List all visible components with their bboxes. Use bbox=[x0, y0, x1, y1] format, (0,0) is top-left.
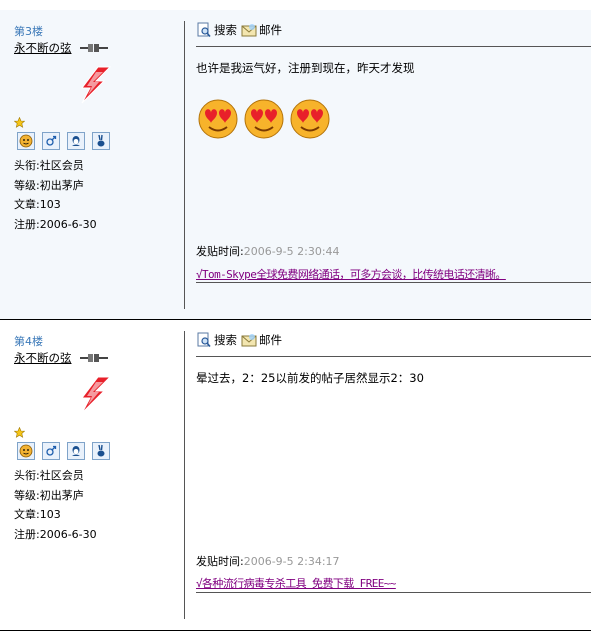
floor-number: 第3楼 bbox=[14, 25, 43, 38]
online-plug-icon bbox=[80, 354, 108, 362]
post-toolbar: 搜索 邮件 bbox=[196, 332, 282, 348]
love-smiley-icon bbox=[198, 99, 238, 139]
online-plug-icon bbox=[80, 44, 108, 52]
mail-icon bbox=[241, 24, 257, 37]
user-info-panel: 第4楼 永不断の弦 头衔:社区会员 等级:初出茅庐 文章:103 注册:2006… bbox=[0, 320, 184, 630]
column-divider bbox=[184, 21, 185, 309]
love-smiley-icon bbox=[244, 99, 284, 139]
post-time-label: 发贴时间: bbox=[196, 245, 244, 258]
search-button[interactable]: 搜索 bbox=[196, 22, 237, 38]
register-label: 注册: bbox=[14, 217, 40, 231]
face-icon[interactable] bbox=[17, 442, 35, 460]
register-value: 2006-6-30 bbox=[39, 217, 97, 231]
search-label: 搜索 bbox=[214, 23, 237, 37]
post-time-value: 2006-9-5 2:30:44 bbox=[243, 245, 340, 258]
articles-value: 103 bbox=[39, 198, 61, 211]
register-label: 注册: bbox=[14, 527, 40, 541]
post-message: 晕过去，2：25以前发的帖子居然显示2：30 bbox=[196, 371, 424, 385]
title-value: 社区会员 bbox=[39, 469, 84, 482]
mail-icon bbox=[241, 334, 257, 347]
face-icon[interactable] bbox=[17, 132, 35, 150]
love-smiley-icon bbox=[290, 99, 330, 139]
rabbit-zodiac-icon[interactable] bbox=[92, 442, 110, 460]
user-badges bbox=[17, 442, 110, 460]
search-button[interactable]: 搜索 bbox=[196, 332, 237, 348]
level-value: 初出茅庐 bbox=[39, 488, 84, 502]
qq-icon[interactable] bbox=[67, 442, 85, 460]
register-value: 2006-6-30 bbox=[39, 527, 97, 541]
articles-label: 文章: bbox=[14, 508, 40, 521]
smiley-row bbox=[196, 96, 332, 140]
mail-button[interactable]: 邮件 bbox=[241, 332, 282, 348]
qq-icon[interactable] bbox=[67, 132, 85, 150]
column-divider bbox=[184, 331, 185, 619]
signature-divider bbox=[196, 592, 591, 593]
search-icon bbox=[197, 332, 211, 348]
post-floor-4: 第4楼 永不断の弦 头衔:社区会员 等级:初出茅庐 文章:103 注册:2006… bbox=[0, 320, 591, 631]
ad-link[interactable]: √Tom-Skype全球免费网络通话，可多方会谈，比传统电话还清晰。 bbox=[196, 266, 506, 282]
ad-link[interactable]: √各种流行病毒专杀工具 免费下载 FREE~~ bbox=[196, 575, 396, 591]
floor-number: 第4楼 bbox=[14, 335, 43, 348]
red-lightning-logo bbox=[80, 66, 112, 104]
red-lightning-logo bbox=[80, 376, 112, 414]
signature-divider bbox=[196, 282, 591, 283]
username-link[interactable]: 永不断の弦 bbox=[14, 40, 72, 56]
rabbit-zodiac-icon[interactable] bbox=[92, 132, 110, 150]
title-value: 社区会员 bbox=[39, 159, 84, 172]
post-toolbar: 搜索 邮件 bbox=[196, 22, 282, 38]
toolbar-divider bbox=[196, 46, 591, 47]
user-stats: 头衔:社区会员 等级:初出茅庐 文章:103 注册:2006-6-30 bbox=[14, 466, 97, 544]
mail-button[interactable]: 邮件 bbox=[241, 22, 282, 38]
post-floor-3: 第3楼 永不断の弦 头衔:社区会员 等级:初出茅庐 文章:103 注册:2006… bbox=[0, 10, 591, 320]
user-badges bbox=[17, 132, 110, 150]
username-link[interactable]: 永不断の弦 bbox=[14, 350, 72, 366]
post-time: 发贴时间:2006-9-5 2:30:44 bbox=[196, 243, 340, 259]
user-info-panel: 第3楼 永不断の弦 头衔:社区会员 等级:初出茅庐 文章:103 注册:2006… bbox=[0, 10, 184, 319]
title-label: 头衔: bbox=[14, 159, 40, 172]
level-label: 等级: bbox=[14, 488, 40, 502]
mail-label: 邮件 bbox=[259, 333, 282, 347]
articles-value: 103 bbox=[39, 508, 61, 521]
rank-star-icon bbox=[14, 117, 25, 128]
post-time-value: 2006-9-5 2:34:17 bbox=[243, 555, 340, 568]
post-time: 发贴时间:2006-9-5 2:34:17 bbox=[196, 553, 340, 569]
gender-male-icon[interactable] bbox=[42, 132, 60, 150]
articles-label: 文章: bbox=[14, 198, 40, 211]
user-stats: 头衔:社区会员 等级:初出茅庐 文章:103 注册:2006-6-30 bbox=[14, 156, 97, 234]
level-value: 初出茅庐 bbox=[39, 178, 84, 192]
post-message: 也许是我运气好，注册到现在，昨天才发现 bbox=[196, 61, 415, 75]
mail-label: 邮件 bbox=[259, 23, 282, 37]
toolbar-divider bbox=[196, 356, 591, 357]
post-time-label: 发贴时间: bbox=[196, 555, 244, 568]
title-label: 头衔: bbox=[14, 469, 40, 482]
search-label: 搜索 bbox=[214, 333, 237, 347]
level-label: 等级: bbox=[14, 178, 40, 192]
rank-star-icon bbox=[14, 427, 25, 438]
search-icon bbox=[197, 22, 211, 38]
gender-male-icon[interactable] bbox=[42, 442, 60, 460]
